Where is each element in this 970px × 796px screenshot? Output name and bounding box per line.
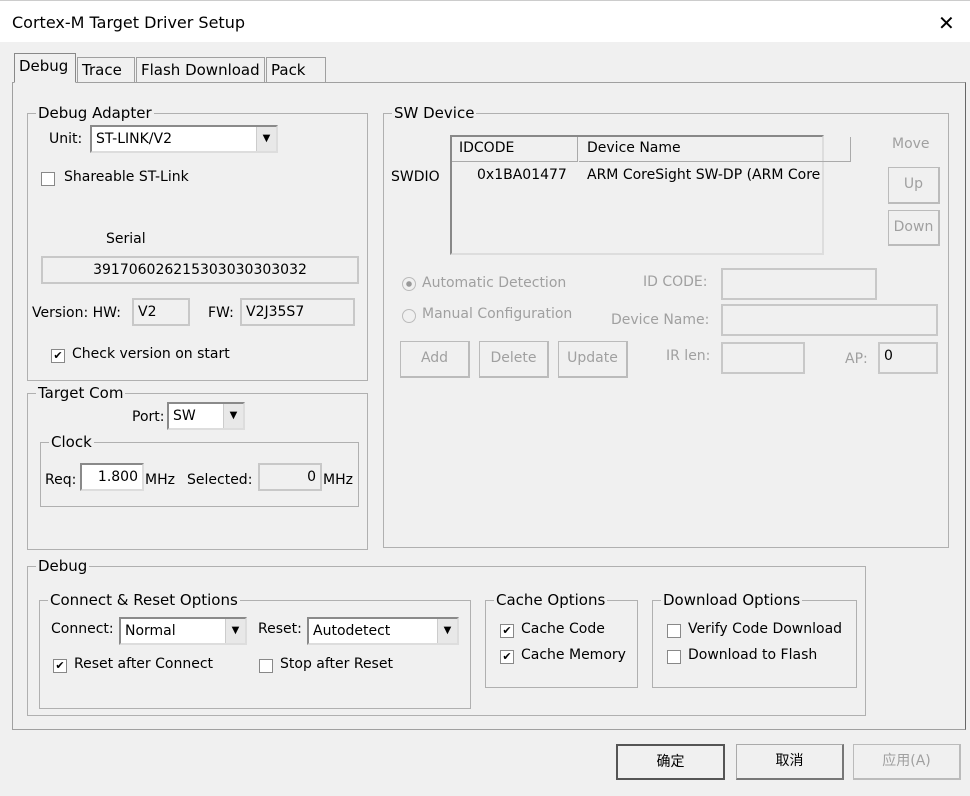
download-to-flash-checkbox[interactable]	[667, 650, 681, 664]
hw-version-label: Version: HW:	[32, 305, 121, 321]
down-button[interactable]: Down	[888, 210, 940, 246]
tab-pack[interactable]: Pack	[266, 57, 326, 83]
device-name-input[interactable]	[721, 304, 938, 336]
tab-label: Pack	[271, 61, 306, 79]
ap-input[interactable]: 0	[878, 342, 938, 374]
title-bar: Cortex-M Target Driver Setup ✕	[0, 0, 970, 42]
reset-label: Reset:	[258, 621, 302, 637]
manual-configuration-radio[interactable]	[402, 309, 416, 323]
close-icon[interactable]: ✕	[938, 11, 955, 35]
column-header-idcode[interactable]: IDCODE	[452, 137, 578, 162]
connect-value: Normal	[125, 623, 176, 639]
swdio-label: SWDIO	[391, 169, 440, 185]
sw-device-group: SW Device SWDIO IDCODE Device Name 0x1BA…	[383, 104, 949, 548]
cache-memory-checkbox[interactable]: ✔	[500, 650, 514, 664]
cache-code-label: Cache Code	[521, 621, 605, 637]
group-legend: Target Com	[36, 384, 126, 402]
unit-value: ST-LINK/V2	[96, 131, 172, 147]
idcode-cell: 0x1BA01477	[477, 167, 567, 183]
chevron-down-icon: ▼	[223, 404, 243, 428]
fw-version-label: FW:	[208, 305, 234, 321]
connect-reset-group: Connect & Reset Options Connect: Normal ▼…	[39, 591, 471, 709]
ir-len-input[interactable]	[721, 342, 805, 374]
debug-group: Debug Connect & Reset Options Connect: N…	[27, 557, 866, 716]
hw-version-field: V2	[132, 298, 190, 326]
port-select[interactable]: SW ▼	[167, 402, 245, 430]
fw-version-field: V2J35S7	[240, 298, 355, 326]
ir-len-label: IR len:	[666, 348, 711, 364]
group-legend: Debug Adapter	[36, 104, 154, 122]
port-label: Port:	[132, 409, 165, 425]
reset-select[interactable]: Autodetect ▼	[307, 617, 459, 645]
cache-code-checkbox[interactable]: ✔	[500, 624, 514, 638]
debug-adapter-group: Debug Adapter Unit: ST-LINK/V2 ▼ Shareabl…	[27, 104, 368, 381]
download-to-flash-label: Download to Flash	[688, 647, 818, 663]
window-title: Cortex-M Target Driver Setup	[12, 13, 245, 32]
chevron-down-icon: ▼	[225, 619, 245, 643]
reset-value: Autodetect	[313, 623, 391, 639]
req-unit: MHz	[145, 472, 175, 488]
device-table[interactable]: IDCODE Device Name 0x1BA01477 ARM CoreSi…	[450, 135, 851, 255]
group-legend: Download Options	[661, 591, 803, 609]
automatic-detection-label: Automatic Detection	[422, 275, 567, 291]
update-button[interactable]: Update	[558, 341, 628, 378]
shareable-label: Shareable ST-Link	[64, 169, 189, 185]
column-header-device-name[interactable]: Device Name	[579, 137, 851, 162]
unit-select[interactable]: ST-LINK/V2 ▼	[90, 125, 278, 153]
serial-label: Serial	[106, 231, 146, 247]
connect-label: Connect:	[51, 621, 114, 637]
move-label: Move	[892, 136, 930, 152]
device-name-label: Device Name:	[611, 312, 710, 328]
apply-button[interactable]: 应用(A)	[853, 744, 961, 780]
chevron-down-icon: ▼	[437, 619, 457, 643]
verify-code-download-label: Verify Code Download	[688, 621, 843, 637]
ok-button[interactable]: 确定	[616, 744, 725, 780]
reset-after-connect-checkbox[interactable]: ✔	[53, 659, 67, 673]
check-version-checkbox[interactable]: ✔	[51, 349, 65, 363]
clock-group: Clock Req: 1.800 MHz Selected: 0 MHz	[40, 433, 359, 507]
connect-select[interactable]: Normal ▼	[119, 617, 247, 645]
tab-debug[interactable]: Debug	[14, 53, 76, 83]
cancel-button[interactable]: 取消	[736, 744, 844, 780]
check-version-label: Check version on start	[72, 346, 230, 362]
download-options-group: Download Options Verify Code Download Do…	[652, 591, 857, 688]
serial-field: 391706026215303030303032	[41, 256, 359, 284]
tab-flash-download[interactable]: Flash Download	[136, 57, 265, 83]
group-legend: SW Device	[392, 104, 477, 122]
req-label: Req:	[45, 472, 77, 488]
chevron-down-icon: ▼	[256, 127, 276, 151]
selected-unit: MHz	[323, 472, 353, 488]
up-button[interactable]: Up	[888, 167, 940, 204]
id-code-label: ID CODE:	[643, 274, 708, 290]
selected-field: 0	[258, 463, 322, 491]
stop-after-reset-label: Stop after Reset	[280, 656, 393, 672]
stop-after-reset-checkbox[interactable]	[259, 659, 273, 673]
table-row[interactable]: 0x1BA01477 ARM CoreSight SW-DP (ARM Core	[452, 166, 822, 188]
verify-code-download-checkbox[interactable]	[667, 624, 681, 638]
cache-memory-label: Cache Memory	[521, 647, 626, 663]
group-legend: Cache Options	[494, 591, 608, 609]
add-button[interactable]: Add	[400, 341, 470, 378]
tab-label: Trace	[82, 61, 122, 79]
manual-configuration-label: Manual Configuration	[422, 306, 573, 322]
tab-label: Flash Download	[141, 61, 260, 79]
reset-after-connect-label: Reset after Connect	[74, 656, 214, 672]
group-legend: Debug	[36, 557, 90, 575]
group-legend: Connect & Reset Options	[48, 591, 240, 609]
id-code-input[interactable]	[721, 268, 877, 300]
ap-label: AP:	[845, 351, 868, 367]
automatic-detection-radio[interactable]	[402, 277, 416, 291]
shareable-checkbox[interactable]	[41, 172, 55, 186]
tab-label: Debug	[19, 57, 69, 75]
tab-trace[interactable]: Trace	[77, 57, 135, 83]
group-legend: Clock	[49, 433, 94, 451]
selected-label: Selected:	[187, 472, 253, 488]
device-name-cell: ARM CoreSight SW-DP (ARM Core	[587, 167, 821, 183]
req-input[interactable]: 1.800	[80, 463, 144, 491]
cache-options-group: Cache Options ✔ Cache Code ✔ Cache Memor…	[485, 591, 638, 688]
delete-button[interactable]: Delete	[479, 341, 549, 378]
port-value: SW	[173, 408, 196, 424]
unit-label: Unit:	[49, 131, 83, 147]
target-com-group: Target Com Port: SW ▼ Clock Req: 1.800 MH…	[27, 384, 368, 550]
